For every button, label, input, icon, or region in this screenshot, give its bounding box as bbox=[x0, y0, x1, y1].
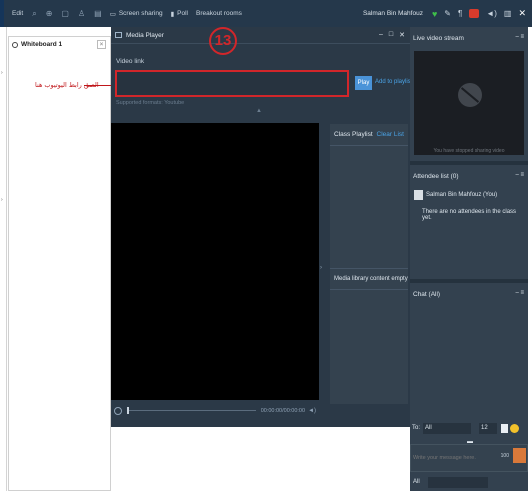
avatar bbox=[414, 190, 423, 200]
class-playlist-label: Class Playlist bbox=[334, 131, 373, 138]
toolbar-left-strip bbox=[0, 0, 4, 27]
page-icon[interactable]: ▢ bbox=[61, 9, 69, 18]
progress-track[interactable] bbox=[127, 407, 256, 414]
font-size-select[interactable]: 12 bbox=[479, 422, 498, 434]
top-toolbar: Edit ⌕ ⊕ ▢ ♙ ▤ ▭ Screen sharing ▮ Poll B… bbox=[0, 0, 532, 27]
poll-label: Poll bbox=[177, 10, 188, 17]
play-button[interactable]: Play bbox=[355, 76, 372, 90]
attendee-header: Attendee list (0) – ≡ bbox=[410, 165, 528, 187]
class-playlist-panel: Class Playlist Clear List Media library … bbox=[330, 124, 408, 404]
bar-chart-icon: ▮ bbox=[170, 10, 175, 18]
emoji-icon[interactable] bbox=[510, 423, 520, 433]
play-control-icon[interactable] bbox=[114, 406, 122, 415]
chat-recipient-row: To: All 12 bbox=[410, 420, 528, 436]
maximize-icon[interactable]: □ bbox=[389, 31, 393, 39]
live-video-title: Live video stream bbox=[413, 34, 464, 42]
breakout-rooms-button[interactable]: Breakout rooms bbox=[196, 10, 242, 17]
document-icon[interactable]: ▤ bbox=[94, 9, 102, 18]
user-icon[interactable]: ♙ bbox=[78, 9, 85, 18]
window-controls: – □ ✕ bbox=[379, 31, 405, 39]
collapse-up-icon[interactable]: ▲ bbox=[256, 108, 262, 114]
chat-header: Chat (All) – ≡ bbox=[410, 283, 528, 305]
supported-formats-text: Supported formats: Youtube bbox=[116, 100, 185, 106]
whiteboard-panel[interactable]: Whiteboard 1 × bbox=[8, 36, 111, 491]
volume-icon[interactable]: ◄) bbox=[308, 408, 316, 414]
character-count: 100 bbox=[500, 452, 509, 459]
poll-button[interactable]: ▮ Poll bbox=[171, 10, 188, 18]
panel-controls-icon[interactable]: – ≡ bbox=[515, 290, 524, 296]
playlist-body bbox=[330, 146, 408, 256]
video-link-input[interactable] bbox=[115, 70, 349, 97]
whiteboard-close-icon[interactable]: × bbox=[97, 40, 106, 49]
text-color-icon[interactable] bbox=[501, 423, 509, 433]
right-panel: Live video stream – ≡ You have stopped s… bbox=[410, 27, 528, 491]
panel-controls-icon[interactable]: – ≡ bbox=[515, 34, 524, 40]
attendee-row[interactable]: Salman Bin Mahfouz (You) bbox=[410, 187, 528, 203]
annotation-arrow bbox=[84, 85, 113, 86]
search-icon[interactable]: ⌕ bbox=[32, 9, 36, 19]
all-label: All bbox=[413, 479, 420, 485]
microphone-icon[interactable]: ♥ bbox=[432, 9, 437, 19]
media-player-titlebar: Media Player bbox=[111, 27, 410, 44]
media-player-title: Media Player bbox=[126, 31, 164, 39]
playlist-header: Class Playlist Clear List bbox=[330, 124, 408, 146]
recipient-select[interactable]: All bbox=[423, 422, 472, 434]
live-video-box: You have stopped sharing video bbox=[414, 51, 524, 155]
live-video-header: Live video stream – ≡ bbox=[410, 27, 528, 49]
playlist-toggle-icon[interactable]: › bbox=[320, 265, 322, 271]
add-to-playlist-link[interactable]: Add to playlist bbox=[375, 79, 412, 85]
edge-marker: › bbox=[1, 70, 3, 76]
screen-sharing-button[interactable]: ▭ Screen sharing bbox=[110, 10, 163, 18]
edit-menu[interactable]: Edit bbox=[12, 10, 23, 17]
chat-title: Chat (All) bbox=[413, 290, 441, 298]
close-icon[interactable]: ✕ bbox=[399, 31, 405, 39]
zoom-icon[interactable]: ⊕ bbox=[46, 9, 53, 18]
clear-list-link[interactable]: Clear List bbox=[377, 131, 404, 138]
video-link-label: Video link bbox=[116, 58, 145, 65]
monitor-icon: ▭ bbox=[109, 10, 116, 18]
video-stopped-text: You have stopped sharing video bbox=[433, 148, 505, 154]
media-library-header: Media library content empty bbox=[330, 268, 408, 290]
close-icon[interactable]: ✕ bbox=[518, 8, 526, 19]
speaker-icon[interactable]: ◄) bbox=[486, 9, 497, 18]
step-badge: 13 bbox=[209, 27, 237, 55]
screen-sharing-label: Screen sharing bbox=[118, 10, 163, 17]
audience-select[interactable] bbox=[427, 476, 488, 488]
whiteboard-title: Whiteboard 1 bbox=[21, 41, 63, 48]
all-row: All bbox=[410, 473, 528, 491]
attendee-title: Attendee list (0) bbox=[413, 172, 459, 180]
minimize-icon[interactable]: – bbox=[379, 31, 383, 39]
layout-icon[interactable]: ▥ bbox=[504, 9, 512, 18]
radio-icon[interactable] bbox=[12, 41, 18, 48]
camera-icon[interactable] bbox=[469, 9, 480, 18]
seek-bar: 00:00:00/00:00:00 ◄) bbox=[111, 402, 319, 419]
left-edge-strip: › › bbox=[0, 27, 7, 491]
panel-controls-icon[interactable]: – ≡ bbox=[515, 172, 524, 178]
media-player-window: Media Player – □ ✕ 13 Video link Play Ad… bbox=[111, 27, 412, 427]
to-label: To: bbox=[412, 425, 421, 431]
progress-knob[interactable] bbox=[127, 407, 129, 414]
toolbar-right: Salman Bin Mahfouz ♥ ✎ ¶ ◄) ▥ ✕ bbox=[363, 0, 526, 27]
time-display: 00:00:00/00:00:00 bbox=[260, 407, 306, 414]
edge-marker: › bbox=[1, 197, 3, 203]
video-off-icon bbox=[458, 83, 482, 107]
send-button[interactable] bbox=[513, 448, 526, 463]
whiteboard-header: Whiteboard 1 × bbox=[9, 37, 110, 52]
hand-raise-icon[interactable]: ¶ bbox=[458, 9, 462, 18]
send-area: 100 bbox=[501, 448, 526, 463]
video-area[interactable] bbox=[111, 123, 319, 400]
no-attendees-text: There are no attendees in the class yet. bbox=[422, 209, 517, 221]
user-name[interactable]: Salman Bin Mahfouz bbox=[363, 10, 423, 17]
window-icon bbox=[115, 32, 122, 38]
pencil-icon[interactable]: ✎ bbox=[444, 9, 451, 18]
attendee-spacer bbox=[410, 221, 528, 279]
attendee-name: Salman Bin Mahfouz (You) bbox=[426, 192, 498, 198]
